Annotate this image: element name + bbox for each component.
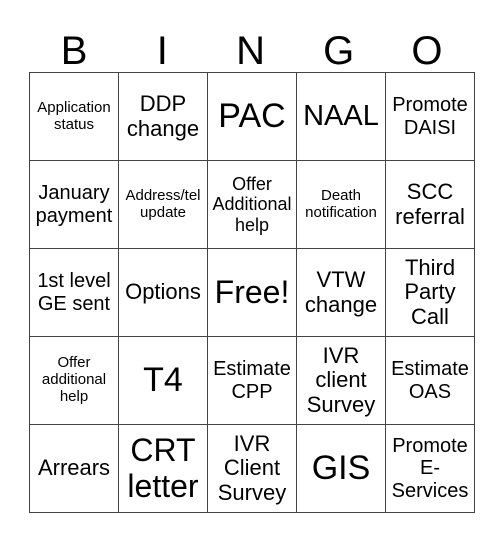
- bingo-cell[interactable]: January payment: [29, 160, 119, 249]
- bingo-cell[interactable]: Offer Additional help: [207, 160, 297, 249]
- bingo-cell[interactable]: Arrears: [29, 424, 119, 513]
- bingo-cell[interactable]: Death notification: [296, 160, 386, 249]
- bingo-row: Application status DDP change PAC NAAL P…: [29, 72, 475, 161]
- free-space[interactable]: Free!: [207, 248, 297, 337]
- bingo-cell[interactable]: GIS: [296, 424, 386, 513]
- bingo-row: January payment Address/tel update Offer…: [29, 160, 475, 249]
- bingo-cell[interactable]: VTW change: [296, 248, 386, 337]
- bingo-cell[interactable]: IVR Client Survey: [207, 424, 297, 513]
- bingo-row: 1st level GE sent Options Free! VTW chan…: [29, 248, 475, 337]
- bingo-cell[interactable]: PAC: [207, 72, 297, 161]
- bingo-cell[interactable]: SCC referral: [385, 160, 475, 249]
- header-letter-n: N: [236, 29, 265, 73]
- bingo-header: B I N G O: [30, 28, 471, 74]
- bingo-cell[interactable]: Estimate OAS: [385, 336, 475, 425]
- bingo-cell[interactable]: Options: [118, 248, 208, 337]
- bingo-cell[interactable]: Address/tel update: [118, 160, 208, 249]
- bingo-cell[interactable]: Third Party Call: [385, 248, 475, 337]
- bingo-cell[interactable]: NAAL: [296, 72, 386, 161]
- bingo-cell[interactable]: Offer additional help: [29, 336, 119, 425]
- bingo-cell[interactable]: CRT letter: [118, 424, 208, 513]
- bingo-cell[interactable]: Application status: [29, 72, 119, 161]
- bingo-cell[interactable]: IVR client Survey: [296, 336, 386, 425]
- bingo-row: Offer additional help T4 Estimate CPP IV…: [29, 336, 475, 425]
- bingo-cell[interactable]: 1st level GE sent: [29, 248, 119, 337]
- bingo-card: Application status DDP change PAC NAAL P…: [29, 72, 475, 513]
- header-letter-g: G: [323, 29, 355, 73]
- header-letter-o: O: [411, 29, 443, 73]
- bingo-cell[interactable]: Promote E-Services: [385, 424, 475, 513]
- bingo-cell[interactable]: Estimate CPP: [207, 336, 297, 425]
- header-letter-b: B: [60, 29, 88, 73]
- bingo-row: Arrears CRT letter IVR Client Survey GIS…: [29, 424, 475, 513]
- header-letter-i: I: [156, 29, 168, 73]
- bingo-cell[interactable]: DDP change: [118, 72, 208, 161]
- bingo-cell[interactable]: Promote DAISI: [385, 72, 475, 161]
- bingo-cell[interactable]: T4: [118, 336, 208, 425]
